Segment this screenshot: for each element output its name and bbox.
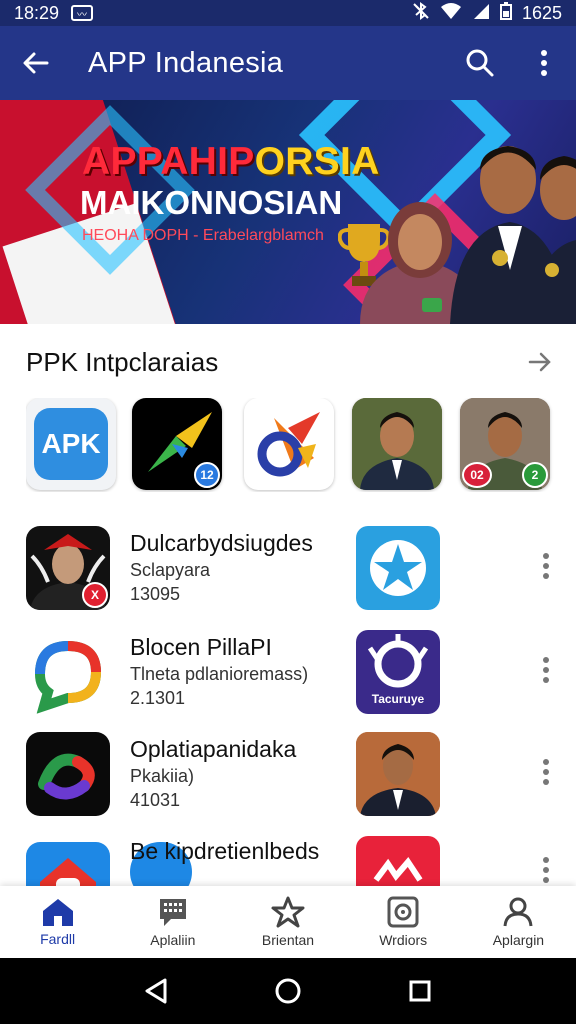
app-bar: APP Indanesia <box>0 26 576 100</box>
swirl-app-icon <box>257 412 320 477</box>
more-options-button[interactable] <box>512 26 576 100</box>
featured-apps-row: APK 12 02 2 <box>26 398 576 492</box>
brand-icon <box>373 857 423 882</box>
list-item-title: Be kipdretienlbeds <box>130 838 320 864</box>
nav-label: Aplargin <box>492 932 545 948</box>
loop-app-icon <box>38 753 95 800</box>
star-icon <box>271 896 305 928</box>
banner-people-image <box>360 146 576 324</box>
battery-icon <box>499 1 512 25</box>
promo-banner[interactable]: APPAHIPORSIA MAIKONNOSIAN HEOHA DOPH - E… <box>0 100 576 324</box>
list-item-menu-button[interactable] <box>526 650 566 690</box>
list-item[interactable]: Be kipdretienlbeds <box>26 836 556 886</box>
list-secondary-icon[interactable] <box>356 836 440 886</box>
featured-app-swirl[interactable] <box>244 398 334 490</box>
chat-grid-icon <box>159 899 186 926</box>
bluetooth-off-icon <box>412 1 430 25</box>
list-item-subtitle: Pkakiia) <box>130 766 195 786</box>
section-more-button[interactable] <box>524 346 556 378</box>
bottom-navigation: Fardll Aplaliin Brientan Wrdiors Aplargi… <box>0 886 576 958</box>
more-vert-icon <box>543 857 549 883</box>
featured-app-portrait[interactable]: 02 2 <box>460 398 550 490</box>
app-badge: 12 <box>194 462 220 488</box>
featured-app-apk[interactable]: APK <box>26 398 116 490</box>
system-home-button[interactable] <box>268 971 308 1011</box>
system-navigation-bar <box>0 958 576 1024</box>
nav-label: Wrdiors <box>379 932 428 948</box>
system-back-button[interactable] <box>136 971 176 1011</box>
list-item-count: 41031 <box>130 790 181 810</box>
list-item-title: Dulcarbydsiugdes <box>130 530 313 556</box>
nav-label: Aplaliin <box>150 932 196 948</box>
arrow-right-icon <box>528 352 551 372</box>
nav-item-profile[interactable]: Aplargin <box>461 886 576 958</box>
list-item-count: 2.1301 <box>130 688 186 708</box>
section-title: PPK Intpclaraias <box>26 346 219 377</box>
list-item-title: Blocen PillaPI <box>130 634 272 660</box>
section-header: PPK Intpclaraias <box>26 342 556 382</box>
banner-line3: HEOHA DOPH - Erabelargblamch <box>82 227 324 244</box>
list-item[interactable]: X Dulcarbydsiugdes Sclapyara 13095 <box>26 526 556 618</box>
list-secondary-icon[interactable] <box>356 732 440 816</box>
list-app-icon <box>26 732 110 816</box>
list-item[interactable]: Oplatiapanidaka Pkakiia) 41031 <box>26 732 556 824</box>
more-vert-icon <box>541 50 547 76</box>
featured-app-arrow[interactable]: 12 <box>132 398 222 490</box>
more-vert-icon <box>543 759 549 785</box>
list-app-icon: X <box>26 526 110 610</box>
chat-bubble-icon <box>34 640 102 714</box>
battery-level: 1625 <box>521 2 562 23</box>
back-button[interactable] <box>0 26 72 100</box>
nav-label: Brientan <box>261 932 315 948</box>
emblem-label: Tacuruye <box>371 692 425 706</box>
app-badge-left: 02 <box>462 462 492 488</box>
system-recents-button[interactable] <box>400 971 440 1011</box>
list-secondary-icon[interactable] <box>356 526 440 610</box>
signal-icon <box>472 2 490 25</box>
list-item-count: 13095 <box>130 584 181 604</box>
status-time: 18:29 <box>14 2 60 23</box>
search-icon <box>466 49 494 77</box>
person-icon <box>503 897 533 927</box>
nav-item-settings[interactable]: Wrdiors <box>346 886 461 958</box>
notification-icon: 〰 <box>71 5 94 21</box>
arrow-left-icon <box>23 52 49 74</box>
list-item-menu-button[interactable] <box>526 752 566 792</box>
app-badge: 2 <box>522 462 548 488</box>
circle-home-icon <box>275 978 301 1004</box>
banner-line2: MAIKONNOSIAN <box>80 184 343 221</box>
list-app-icon <box>26 842 110 886</box>
more-vert-icon <box>543 553 549 579</box>
star-circle-icon <box>370 540 426 596</box>
home-icon <box>42 899 73 926</box>
app-badge: X <box>82 582 108 608</box>
wifi-icon <box>440 2 462 25</box>
list-item-menu-button[interactable] <box>526 546 566 586</box>
list-item-menu-button[interactable] <box>526 850 556 886</box>
app-title: APP Indanesia <box>88 46 284 79</box>
banner-headline: APPAHIPORSIA <box>82 140 380 184</box>
list-app-icon <box>26 630 110 714</box>
featured-app-official[interactable] <box>352 398 442 490</box>
list-secondary-icon[interactable]: Tacuruye <box>356 630 440 714</box>
more-vert-icon <box>543 657 549 683</box>
settings-icon <box>387 896 419 928</box>
apk-icon-label: APK <box>41 428 101 459</box>
nav-item-favorites[interactable]: Brientan <box>230 886 345 958</box>
square-recents-icon <box>409 980 431 1002</box>
home-app-icon <box>40 858 96 886</box>
search-button[interactable] <box>448 26 512 100</box>
official-portrait-icon <box>352 398 442 490</box>
status-bar: 18:29 〰 1625 <box>0 0 576 26</box>
nav-label: Fardll <box>40 931 76 947</box>
nav-item-home[interactable]: Fardll <box>0 886 115 958</box>
list-item[interactable]: Blocen PillaPI Tlneta pdlanioremass) 2.1… <box>26 630 556 722</box>
nav-item-apps[interactable]: Aplaliin <box>115 886 230 958</box>
list-item-title: Oplatiapanidaka <box>130 736 297 762</box>
triangle-back-icon <box>145 978 167 1004</box>
banner-headline-a: APPAHIP <box>82 140 255 183</box>
list-item-subtitle: Sclapyara <box>130 560 211 580</box>
list-item-subtitle: Tlneta pdlanioremass) <box>130 664 309 684</box>
official-portrait-icon <box>356 732 440 816</box>
